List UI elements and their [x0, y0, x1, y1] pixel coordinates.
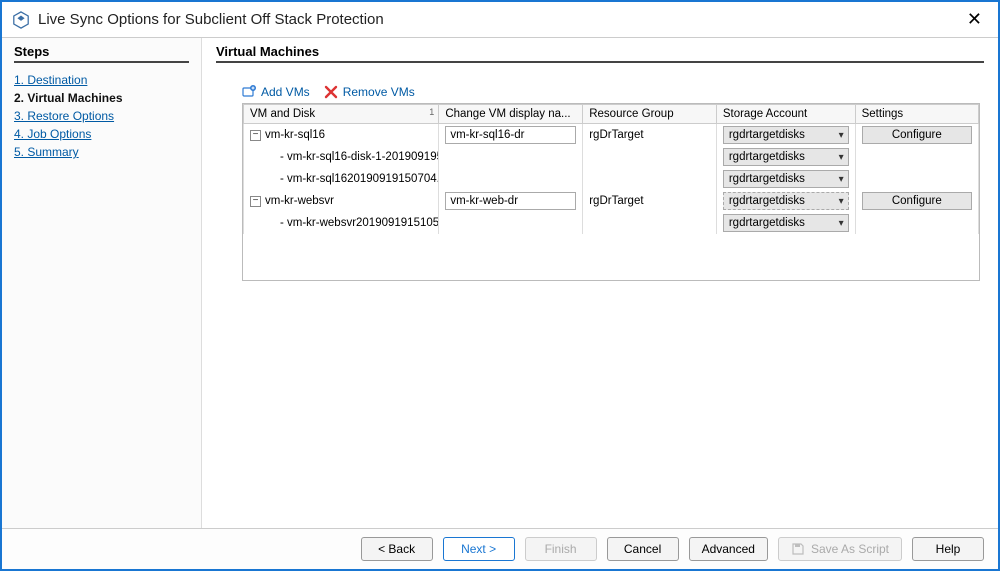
remove-vms-button[interactable]: Remove VMs	[324, 85, 415, 99]
storage-account-select[interactable]: rgdrtargetdisks ▾	[723, 170, 849, 188]
disk-name: - vm-kr-websvr20190919151059....	[250, 217, 432, 229]
cancel-button[interactable]: Cancel	[607, 537, 679, 561]
steps-sidebar: Steps 1. Destination 2. Virtual Machines…	[2, 38, 202, 528]
table-header-row: VM and Disk 1 Change VM display na... Re…	[244, 105, 979, 124]
expand-toggle[interactable]: −	[250, 130, 261, 141]
table-row: − vm-kr-sql16 rgDrTarget rgdrtargetdisks…	[244, 124, 979, 147]
configure-button[interactable]: Configure	[862, 192, 972, 210]
dialog-footer: < Back Next > Finish Cancel Advanced Sav…	[2, 528, 998, 569]
add-vms-label: Add VMs	[261, 85, 310, 99]
save-icon	[791, 542, 805, 556]
col-vm-and-disk[interactable]: VM and Disk 1	[244, 105, 439, 124]
remove-vm-icon	[324, 85, 338, 99]
titlebar: Live Sync Options for Subclient Off Stac…	[2, 2, 998, 38]
chevron-down-icon: ▾	[839, 218, 844, 229]
display-name-input[interactable]	[445, 126, 576, 144]
chevron-down-icon: ▾	[839, 130, 844, 141]
step-summary[interactable]: 5. Summary	[14, 145, 189, 159]
next-button[interactable]: Next >	[443, 537, 515, 561]
steps-heading: Steps	[14, 44, 189, 63]
step-restore-options[interactable]: 3. Restore Options	[14, 109, 189, 123]
advanced-button[interactable]: Advanced	[689, 537, 768, 561]
panel-heading: Virtual Machines	[216, 44, 984, 63]
dialog-body: Steps 1. Destination 2. Virtual Machines…	[2, 38, 998, 528]
back-button[interactable]: < Back	[361, 537, 433, 561]
dialog-window: Live Sync Options for Subclient Off Stac…	[0, 0, 1000, 571]
help-button[interactable]: Help	[912, 537, 984, 561]
finish-button: Finish	[525, 537, 597, 561]
display-name-input[interactable]	[445, 192, 576, 210]
resource-group-cell: rgDrTarget	[583, 124, 717, 147]
table-row: - vm-kr-sql1620190919150704.vhd rgdrtarg…	[244, 168, 979, 190]
vm-toolbar: Add VMs Remove VMs	[242, 85, 984, 99]
table-row: - vm-kr-websvr20190919151059.... rgdrtar…	[244, 212, 979, 234]
storage-account-select[interactable]: rgdrtargetdisks ▾	[723, 214, 849, 232]
main-panel: Virtual Machines Add VMs Remove VMs	[202, 38, 998, 528]
expand-toggle[interactable]: −	[250, 196, 261, 207]
resource-group-cell: rgDrTarget	[583, 190, 717, 212]
col-change-display-name[interactable]: Change VM display na...	[439, 105, 583, 124]
app-icon	[12, 11, 30, 29]
disk-name: - vm-kr-sql16-disk-1-2019091950...	[250, 151, 432, 163]
configure-button[interactable]: Configure	[862, 126, 972, 144]
storage-account-select[interactable]: rgdrtargetdisks ▾	[723, 126, 849, 144]
vm-name: vm-kr-sql16	[265, 129, 325, 141]
table-row: − vm-kr-websvr rgDrTarget rgdrtargetdisk…	[244, 190, 979, 212]
disk-name: - vm-kr-sql1620190919150704.vhd	[250, 173, 432, 185]
chevron-down-icon: ▾	[839, 196, 844, 207]
chevron-down-icon: ▾	[839, 174, 844, 185]
storage-account-select[interactable]: rgdrtargetdisks ▾	[723, 148, 849, 166]
add-vms-button[interactable]: Add VMs	[242, 85, 310, 99]
col-storage-account[interactable]: Storage Account	[716, 105, 855, 124]
close-button[interactable]: ✕	[961, 9, 988, 30]
step-destination[interactable]: 1. Destination	[14, 73, 189, 87]
table-row: - vm-kr-sql16-disk-1-2019091950... rgdrt…	[244, 146, 979, 168]
step-virtual-machines[interactable]: 2. Virtual Machines	[14, 91, 189, 105]
vm-table: VM and Disk 1 Change VM display na... Re…	[243, 104, 979, 234]
col-resource-group[interactable]: Resource Group	[583, 105, 717, 124]
sort-indicator: 1	[429, 107, 434, 117]
step-job-options[interactable]: 4. Job Options	[14, 127, 189, 141]
window-title: Live Sync Options for Subclient Off Stac…	[38, 11, 961, 28]
chevron-down-icon: ▾	[839, 152, 844, 163]
vm-table-container: VM and Disk 1 Change VM display na... Re…	[242, 103, 980, 281]
add-vm-icon	[242, 85, 256, 99]
col-settings[interactable]: Settings	[855, 105, 978, 124]
remove-vms-label: Remove VMs	[343, 85, 415, 99]
save-as-script-button: Save As Script	[778, 537, 902, 561]
storage-account-select[interactable]: rgdrtargetdisks ▾	[723, 192, 849, 210]
vm-name: vm-kr-websvr	[265, 195, 334, 207]
